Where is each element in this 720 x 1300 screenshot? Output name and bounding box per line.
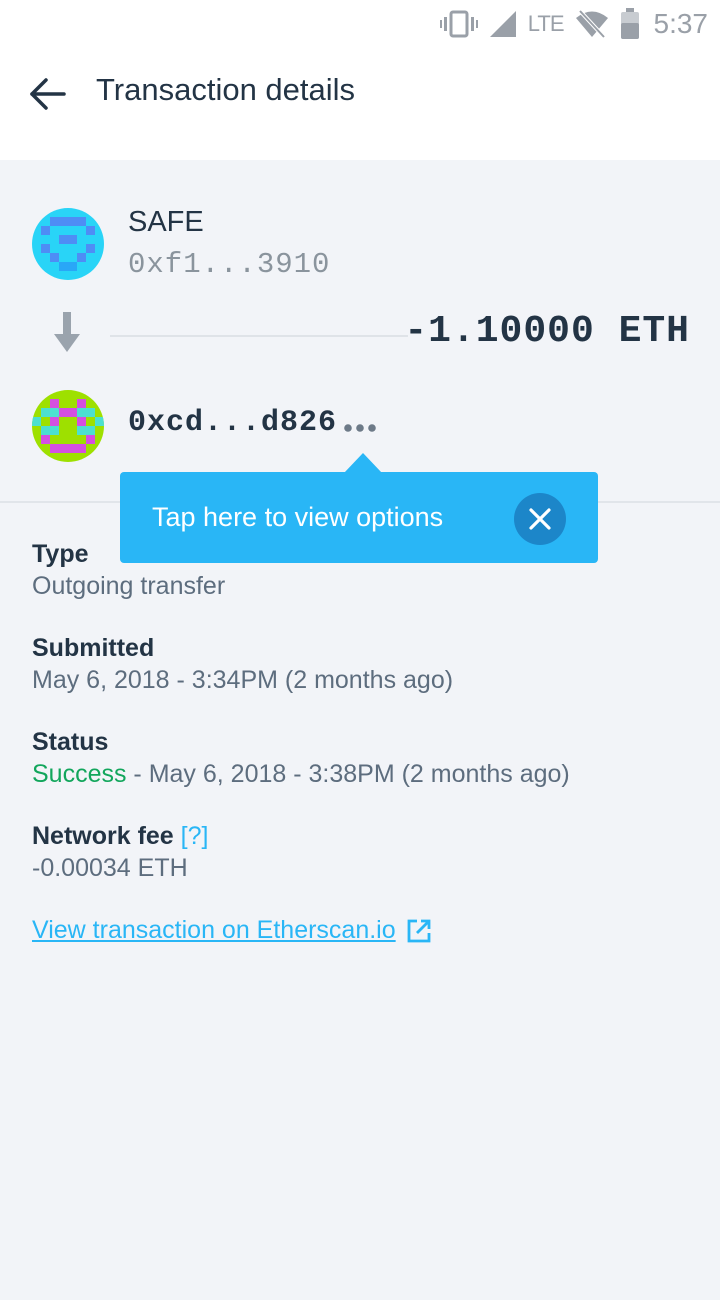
sender-name: SAFE <box>128 206 204 238</box>
status-icons: LTE 5:37 <box>439 6 709 42</box>
arrow-down-icon <box>54 312 80 352</box>
status-success-text: Success <box>32 760 127 788</box>
type-value: Outgoing transfer <box>32 572 226 600</box>
close-icon <box>529 508 551 530</box>
network-fee-label-text: Network fee <box>32 822 174 850</box>
etherscan-link-text: View transaction on Etherscan.io <box>32 916 396 944</box>
vibrate-icon <box>439 10 478 38</box>
battery-icon <box>620 8 639 39</box>
status-bar: LTE 5:37 <box>0 0 720 48</box>
clock: 5:37 <box>653 8 709 39</box>
recipient-avatar <box>32 390 104 462</box>
options-tooltip: Tap here to view options <box>120 453 598 563</box>
transfer-line <box>110 335 408 337</box>
submitted-label: Submitted <box>32 634 155 662</box>
page-title: Transaction details <box>96 72 356 107</box>
back-button[interactable] <box>26 74 70 114</box>
transaction-content: SAFE 0xf1...3910 -1.10000 ETH 0xcd...d82… <box>0 160 720 1300</box>
app-bar: Transaction details <box>0 48 720 160</box>
transfer-amount: -1.10000 ETH <box>404 310 690 353</box>
status-timestamp: - May 6, 2018 - 3:38PM (2 months ago) <box>126 760 570 788</box>
type-label: Type <box>32 540 89 568</box>
tooltip-pointer <box>344 453 382 473</box>
network-fee-value: -0.00034 ETH <box>32 854 188 882</box>
status-label: Status <box>32 728 109 756</box>
recipient-address: 0xcd...d826 <box>128 406 338 440</box>
sender-address: 0xf1...3910 <box>128 248 331 281</box>
status-value: Success - May 6, 2018 - 3:38PM (2 months… <box>32 760 570 789</box>
arrow-left-icon <box>30 78 66 110</box>
signal-icon <box>489 11 516 37</box>
tooltip-text: Tap here to view options <box>152 502 444 532</box>
network-type: LTE <box>527 11 565 36</box>
network-fee-help-link[interactable]: [?] <box>181 822 209 850</box>
network-fee-label: Network fee [?] <box>32 822 208 851</box>
wifi-off-icon <box>575 9 608 39</box>
etherscan-link[interactable]: View transaction on Etherscan.io <box>32 916 432 945</box>
external-link-icon <box>407 919 431 942</box>
tooltip-close-button[interactable] <box>514 493 566 545</box>
sender-avatar <box>32 208 104 280</box>
submitted-value: May 6, 2018 - 3:34PM (2 months ago) <box>32 666 454 694</box>
more-options-icon[interactable] <box>340 414 380 442</box>
